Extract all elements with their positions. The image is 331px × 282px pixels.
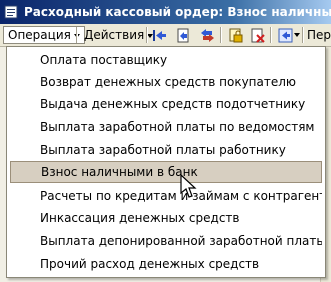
menu-item-deposited-salary[interactable]: Выплата депонированной заработной платы (10, 230, 322, 252)
menu-item-cash-collection[interactable]: Инкассация денежных средств (10, 207, 322, 229)
toolbar-separator (302, 27, 304, 43)
actions-menu-label: Действия (84, 28, 145, 42)
application-window: Расходный кассовый ордер: Взнос наличным… (0, 0, 331, 282)
toolbar-separator (270, 27, 272, 43)
menu-item-bank-deposit[interactable]: Взнос наличными в банк (10, 161, 322, 183)
go-forward-icon[interactable] (278, 28, 293, 43)
move-left-icon[interactable] (152, 28, 167, 43)
swap-icon[interactable] (200, 28, 215, 43)
lock-document-icon[interactable] (228, 28, 243, 43)
document-transfer-icon[interactable] (176, 28, 191, 43)
menu-item-supplier-payment[interactable]: Оплата поставщику (10, 49, 322, 71)
menu-item-loans-settlements[interactable]: Расчеты по кредитам и займам с контраген… (10, 185, 322, 207)
toolbar-separator (220, 27, 222, 43)
chevron-down-icon[interactable] (294, 33, 300, 37)
menu-item-customer-refund[interactable]: Возврат денежных средств покупателю (10, 71, 322, 93)
next-menu-button[interactable]: Пер (307, 26, 331, 44)
delete-document-icon[interactable] (250, 28, 265, 43)
menu-item-payroll-statements[interactable]: Выплата заработной платы по ведомостям (10, 116, 322, 138)
window-title: Расходный кассовый ордер: Взнос наличным… (24, 5, 331, 19)
toolbar: Операция Действия Пер (0, 24, 331, 47)
operation-menu-button[interactable]: Операция (3, 26, 85, 44)
next-menu-label: Пер (307, 28, 331, 42)
mouse-cursor-icon (180, 174, 197, 198)
toolbar-separator (146, 27, 148, 43)
menu-item-accountable-issue[interactable]: Выдача денежных средств подотчетнику (10, 93, 322, 115)
toolbar-separator (76, 27, 78, 43)
title-bar[interactable]: Расходный кассовый ордер: Взнос наличным… (0, 0, 331, 24)
document-icon (4, 5, 18, 19)
operation-dropdown-menu: Оплата поставщику Возврат денежных средс… (6, 46, 326, 278)
operation-menu-label: Операция (8, 28, 71, 42)
menu-item-payroll-employee[interactable]: Выплата заработной платы работнику (10, 139, 322, 161)
menu-item-other-expense[interactable]: Прочий расход денежных средств (10, 253, 322, 275)
